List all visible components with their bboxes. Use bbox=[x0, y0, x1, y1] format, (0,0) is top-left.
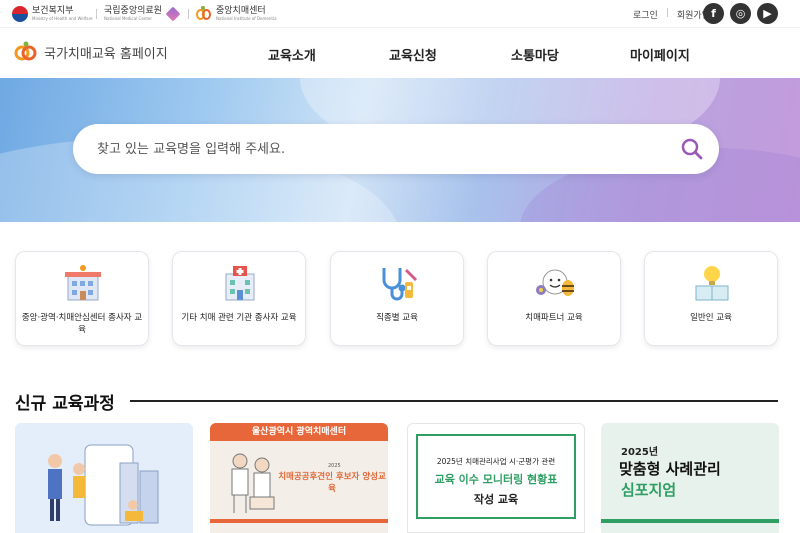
nav-mypage[interactable]: 마이페이지 bbox=[630, 45, 690, 64]
lightbulb-book-icon bbox=[692, 264, 732, 302]
category-card-dementia-partner[interactable]: 치매파트너 교육 bbox=[487, 251, 621, 346]
org-logo-nid[interactable]: 중앙치매센터 National Institute of Dementia bbox=[196, 5, 277, 23]
site-logo[interactable]: 국가치매교육 홈페이지 bbox=[14, 40, 168, 64]
course-accent-bar bbox=[210, 519, 388, 523]
divider: | bbox=[665, 8, 669, 18]
bee-partner-icon bbox=[535, 264, 575, 302]
course-title-2: 심포지엄 bbox=[621, 481, 677, 499]
dementia-center-mark-icon bbox=[196, 6, 212, 22]
taeguk-icon bbox=[12, 6, 28, 22]
course-card[interactable]: 2025년 맞춤형 사례관리 심포지엄 bbox=[601, 423, 779, 533]
elderly-people-illustration bbox=[231, 453, 275, 513]
divider bbox=[188, 9, 189, 19]
category-card-job-type[interactable]: 직종별 교육 bbox=[330, 251, 464, 346]
course-band-title: 울산광역시 광역치매센터 bbox=[210, 423, 388, 441]
course-title-2: 작성 교육 bbox=[473, 493, 519, 506]
nav-community[interactable]: 소통마당 bbox=[511, 45, 559, 64]
category-label: 중앙·광역·치매안심센터 종사자 교육 bbox=[21, 313, 143, 335]
course-title: 맞춤형 사례관리 bbox=[619, 460, 721, 478]
org-subname: National Medical Center bbox=[104, 16, 152, 21]
org-logo-mohw[interactable]: 보건복지부 Ministry of Health and Welfare bbox=[12, 5, 93, 23]
divider bbox=[96, 9, 97, 19]
building-icon bbox=[63, 264, 103, 302]
org-subname: Ministry of Health and Welfare bbox=[32, 16, 93, 21]
main-header: 국가치매교육 홈페이지 교육소개 교육신청 소통마당 마이페이지 bbox=[0, 28, 800, 78]
search-box bbox=[73, 124, 719, 174]
nmc-mark-icon bbox=[165, 6, 181, 22]
nav-education-apply[interactable]: 교육신청 bbox=[389, 45, 437, 64]
hospital-icon bbox=[220, 264, 260, 302]
org-subname: National Institute of Dementia bbox=[216, 16, 277, 21]
search-input[interactable] bbox=[97, 138, 657, 160]
course-accent-bar bbox=[601, 519, 779, 523]
site-logo-icon bbox=[14, 40, 38, 64]
search-icon[interactable] bbox=[679, 136, 705, 162]
nav-education-intro[interactable]: 교육소개 bbox=[268, 45, 316, 64]
hero-banner bbox=[0, 78, 800, 222]
top-utility-bar: 보건복지부 Ministry of Health and Welfare 국립중… bbox=[0, 0, 800, 28]
course-card[interactable]: 2025년 치매관리사업 시·군평가 관련 교육 이수 모니터링 현황표 작성 … bbox=[407, 423, 585, 533]
course-card[interactable] bbox=[15, 423, 193, 533]
category-label: 기타 치매 관련 기관 종사자 교육 bbox=[181, 313, 297, 323]
category-label: 일반인 교육 bbox=[690, 313, 732, 323]
course-subtitle: 2025년 치매관리사업 시·군평가 관련 bbox=[436, 457, 556, 466]
facebook-icon[interactable]: f bbox=[703, 3, 724, 24]
course-year: 2025 bbox=[328, 463, 341, 469]
course-card[interactable]: 울산광역시 광역치매센터 2025 치매공공후견인 후보자 양성교육 bbox=[210, 423, 388, 533]
course-title: 치매공공후견인 후보자 양성교육 bbox=[278, 472, 386, 494]
course-title: 교육 이수 모니터링 현황표 bbox=[434, 473, 558, 486]
org-name: 중앙치매센터 bbox=[216, 6, 266, 16]
category-card-general-public[interactable]: 일반인 교육 bbox=[644, 251, 778, 346]
login-link[interactable]: 로그인 bbox=[633, 8, 658, 21]
org-name: 국립중앙의료원 bbox=[104, 6, 162, 16]
site-title: 국가치매교육 홈페이지 bbox=[44, 46, 168, 62]
people-studying-illustration bbox=[48, 444, 159, 526]
category-card-related-institutions[interactable]: 기타 치매 관련 기관 종사자 교육 bbox=[172, 251, 306, 346]
course-frame: 2025년 치매관리사업 시·군평가 관련 교육 이수 모니터링 현황표 작성 … bbox=[416, 434, 576, 519]
course-year: 2025년 bbox=[621, 447, 659, 458]
category-label: 치매파트너 교육 bbox=[525, 313, 583, 323]
account-links: 로그인 | 회원가입 bbox=[633, 8, 710, 21]
instagram-icon[interactable]: ◎ bbox=[730, 3, 751, 24]
org-name: 보건복지부 bbox=[32, 6, 74, 16]
youtube-icon[interactable]: ▶ bbox=[757, 3, 778, 24]
section-divider bbox=[130, 400, 778, 402]
category-card-center-staff[interactable]: 중앙·광역·치매안심센터 종사자 교육 bbox=[15, 251, 149, 346]
stethoscope-icon bbox=[378, 264, 418, 302]
category-label: 직종별 교육 bbox=[376, 313, 418, 323]
org-logo-nmc[interactable]: 국립중앙의료원 National Medical Center bbox=[104, 5, 181, 23]
section-title: 신규 교육과정 bbox=[15, 394, 115, 414]
